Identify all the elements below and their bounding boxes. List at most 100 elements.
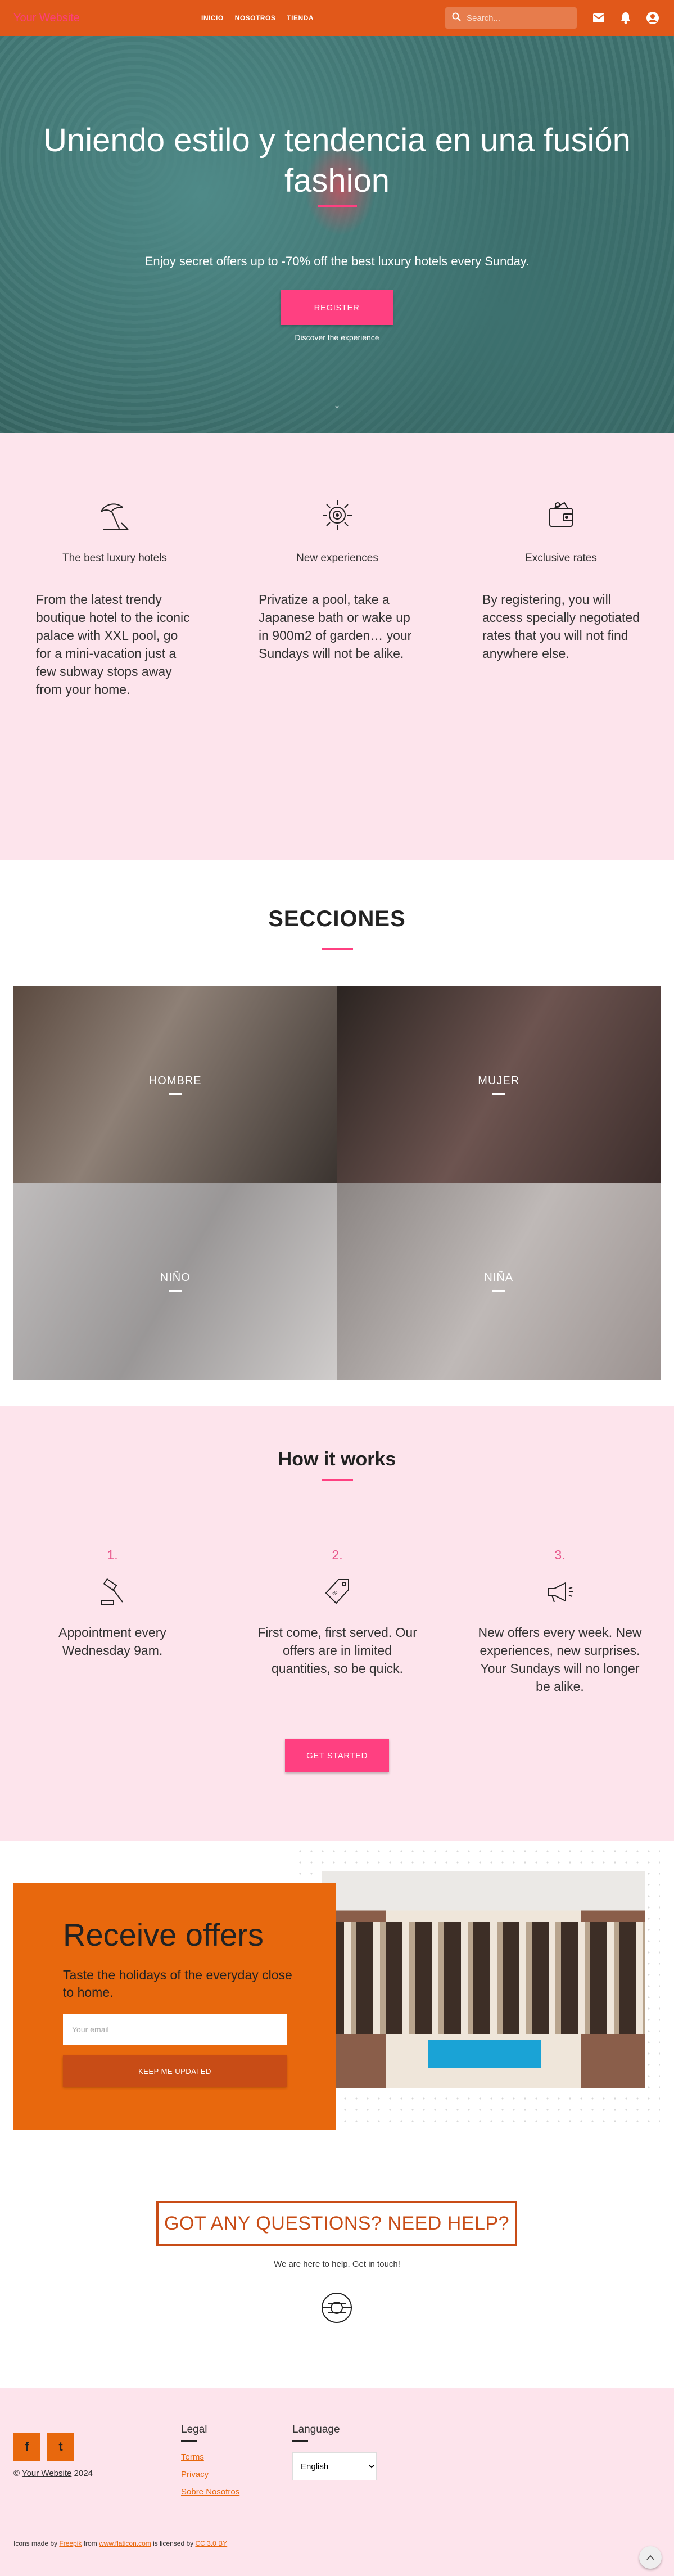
credit-text-1: Icons made by [13, 2539, 60, 2547]
tile-underline [492, 1290, 505, 1292]
copyright-prefix: © [13, 2469, 22, 2478]
copyright-link[interactable]: Your Website [22, 2469, 71, 2478]
offers-title: Receive offers [63, 1917, 264, 1952]
email-field[interactable] [63, 2014, 287, 2045]
help-section: GOT ANY QUESTIONS? NEED HELP? We are her… [0, 2175, 674, 2388]
hero-section: Uniendo estilo y tendencia en una fusión… [0, 36, 674, 433]
secciones-section: SECCIONES HOMBRE MUJER NIÑO NIÑA [0, 860, 674, 1406]
feature-luxury-hotels: The best luxury hotels From the latest t… [36, 497, 193, 698]
category-tile-mujer[interactable]: MUJER [337, 986, 661, 1183]
mail-icon[interactable] [591, 10, 607, 26]
category-grid: HOMBRE MUJER NIÑO NIÑA [13, 986, 661, 1380]
price-tag-icon: % [253, 1576, 422, 1610]
flaticon-link[interactable]: www.flaticon.com [99, 2539, 151, 2547]
step-number: 3. [554, 1548, 566, 1562]
search-box [445, 7, 577, 29]
icon-credit: Icons made by Freepik from www.flaticon.… [13, 2539, 227, 2547]
sobre-nosotros-link[interactable]: Sobre Nosotros [181, 2487, 239, 2497]
nav-item-inicio[interactable]: INICIO [201, 14, 224, 22]
tile-underline [169, 1290, 182, 1292]
category-tile-hombre[interactable]: HOMBRE [13, 986, 337, 1183]
twitter-icon[interactable]: t [47, 2433, 74, 2461]
category-tile-nina[interactable]: NIÑA [337, 1183, 661, 1380]
tile-label: HOMBRE [148, 1075, 202, 1087]
offers-lead: Taste the holidays of the everyday close… [63, 1968, 292, 2000]
category-tile-nino[interactable]: NIÑO [13, 1183, 337, 1380]
feature-text: Privatize a pool, take a Japanese bath o… [259, 592, 412, 661]
newsletter-card: Receive offers Taste the holidays of the… [13, 1883, 336, 2130]
offers-section: Receive offers Taste the holidays of the… [0, 1841, 674, 2175]
features-section: The best luxury hotels From the latest t… [0, 433, 674, 860]
copyright-year: 2024 [71, 2469, 93, 2478]
brand-logo[interactable]: Your Website [13, 12, 182, 25]
courtyard-arches [322, 1922, 645, 2034]
secciones-divider [322, 948, 353, 950]
tile-underline [169, 1093, 182, 1095]
credit-text-2: from [82, 2539, 99, 2547]
beach-umbrella-icon [36, 497, 193, 536]
legal-title: Legal [181, 2424, 207, 2435]
how-it-works-section: How it works 1. Appointment every Wednes… [0, 1406, 674, 1841]
gavel-icon [28, 1576, 197, 1610]
language-select[interactable]: English [292, 2452, 377, 2480]
svg-text:%: % [332, 1590, 339, 1597]
nav-item-nosotros[interactable]: NOSOTROS [235, 14, 276, 22]
language-title: Language [292, 2424, 340, 2435]
back-to-top-button[interactable] [639, 2546, 662, 2569]
tile-label: NIÑA [484, 1271, 514, 1284]
cc-license-link[interactable]: CC 3.0 BY [195, 2539, 227, 2547]
scroll-down-icon[interactable]: ↓ [0, 396, 674, 412]
nav-item-tienda[interactable]: TIENDA [287, 14, 314, 22]
bell-icon[interactable] [618, 10, 634, 26]
tile-label: MUJER [478, 1075, 520, 1087]
privacy-link[interactable]: Privacy [181, 2470, 239, 2479]
feature-title: Exclusive rates [525, 552, 597, 564]
language-column: Language English [292, 2424, 377, 2480]
feature-new-experiences: New experiences Privatize a pool, take a… [259, 497, 416, 662]
register-button[interactable]: REGISTER [281, 290, 393, 325]
language-underline [292, 2440, 308, 2442]
step-number: 1. [107, 1548, 118, 1562]
main-nav: INICIO NOSOTROS TIENDA [201, 14, 314, 22]
help-text: We are here to help. Get in touch! [274, 2259, 400, 2269]
account-icon[interactable] [645, 10, 661, 26]
keep-me-updated-button[interactable]: KEEP ME UPDATED [63, 2055, 287, 2087]
step-2: 2. % First come, first served. Our offer… [253, 1548, 422, 1677]
social-links: f t [13, 2433, 74, 2461]
feature-title: The best luxury hotels [62, 552, 167, 564]
step-text: First come, first served. Our offers are… [257, 1625, 417, 1676]
step-3: 3. New offers every week. New experience… [476, 1548, 644, 1695]
top-app-bar: Your Website INICIO NOSOTROS TIENDA [0, 0, 674, 36]
feature-title: New experiences [296, 552, 378, 564]
facebook-icon[interactable]: f [13, 2433, 40, 2461]
step-number: 2. [332, 1548, 343, 1562]
discover-link[interactable]: Discover the experience [0, 333, 674, 342]
secciones-title: SECCIONES [268, 906, 406, 931]
get-started-button[interactable]: GET STARTED [285, 1739, 389, 1772]
lifebuoy-icon [320, 2291, 354, 2327]
courtyard-pool [428, 2040, 541, 2068]
step-text: New offers every week. New experiences, … [478, 1625, 642, 1694]
copyright: © Your Website 2024 [13, 2469, 93, 2478]
legal-underline [181, 2440, 197, 2442]
how-divider [322, 1479, 353, 1481]
footer: f t © Your Website 2024 Legal Terms Priv… [0, 2388, 674, 2576]
feature-exclusive-rates: Exclusive rates By registering, you will… [482, 497, 640, 662]
feature-text: By registering, you will access speciall… [482, 592, 640, 661]
tile-underline [492, 1093, 505, 1095]
step-1: 1. Appointment every Wednesday 9am. [28, 1548, 197, 1659]
help-button[interactable]: GOT ANY QUESTIONS? NEED HELP? [156, 2201, 517, 2246]
terms-link[interactable]: Terms [181, 2452, 239, 2462]
tile-label: NIÑO [160, 1271, 191, 1284]
wallet-icon [482, 497, 640, 536]
legal-column: Legal Terms Privacy Sobre Nosotros [181, 2424, 239, 2505]
freepik-link[interactable]: Freepik [59, 2539, 82, 2547]
sun-compass-icon [259, 497, 416, 536]
feature-text: From the latest trendy boutique hotel to… [36, 592, 190, 697]
credit-text-3: is licensed by [151, 2539, 196, 2547]
hero-divider [318, 205, 357, 207]
hero-title: Uniendo estilo y tendencia en una fusión… [43, 122, 631, 199]
search-icon [452, 12, 461, 24]
search-input[interactable] [467, 13, 562, 23]
how-title: How it works [278, 1449, 396, 1470]
